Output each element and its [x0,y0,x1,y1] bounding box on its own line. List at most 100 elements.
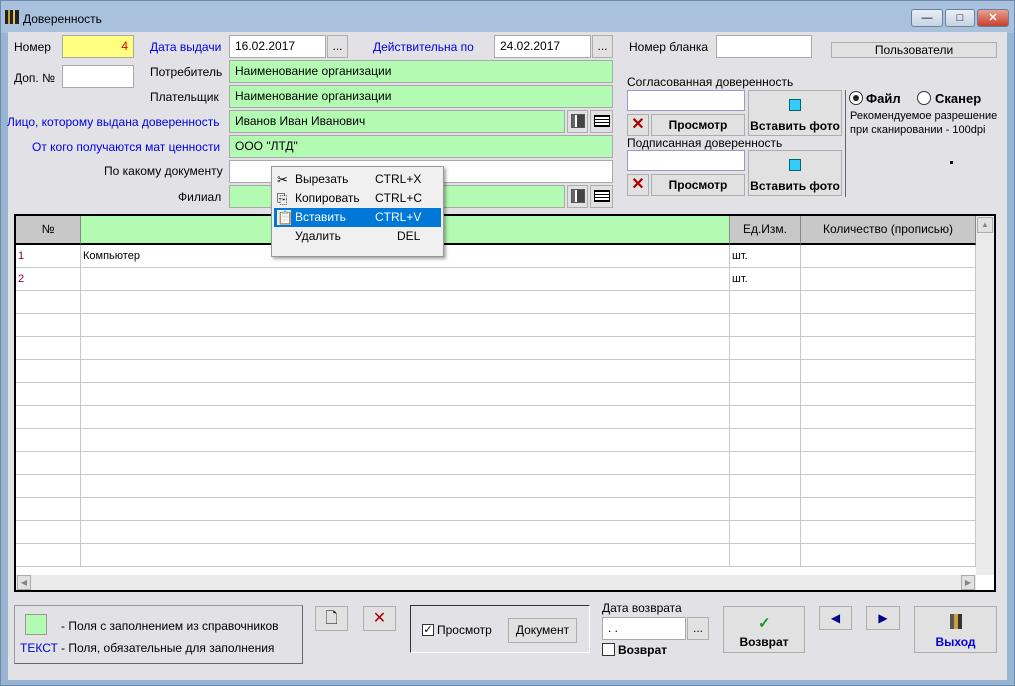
cell-unit[interactable] [730,337,801,359]
cell-name[interactable] [81,337,730,359]
column-header-quantity[interactable]: Количество (прописью) [801,216,976,245]
cell-name[interactable] [81,268,730,290]
vertical-scrollbar[interactable]: ▲ [976,216,994,575]
agreed-file-input[interactable] [627,90,745,111]
cell-name[interactable] [81,429,730,451]
table-row[interactable] [16,314,976,337]
cell-name[interactable] [81,406,730,428]
signed-file-input[interactable] [627,150,745,171]
cell-unit[interactable] [730,291,801,313]
document-button[interactable]: Документ [508,618,577,643]
cell-number[interactable] [16,544,81,566]
return-checkbox[interactable] [602,643,615,656]
menu-item-delete[interactable]: Удалить DEL [274,227,441,246]
from-input[interactable]: ООО "ЛТД" [229,135,613,158]
cell-number[interactable] [16,475,81,497]
items-table[interactable]: № Ед.Изм. Количество (прописью) 1 Компьют… [14,214,996,592]
cell-unit[interactable] [730,406,801,428]
valid-until-picker-button[interactable]: ... [592,35,613,58]
payer-input[interactable]: Наименование организации [229,85,613,108]
cell-name[interactable] [81,360,730,382]
table-row[interactable] [16,337,976,360]
consumer-input[interactable]: Наименование организации [229,60,613,83]
cell-unit[interactable] [730,452,801,474]
cell-name[interactable] [81,544,730,566]
column-header-unit[interactable]: Ед.Изм. [730,216,801,245]
previous-button[interactable]: ◀ [819,606,852,630]
cell-quantity[interactable] [801,429,976,451]
cell-quantity[interactable] [801,452,976,474]
cell-name[interactable] [81,498,730,520]
horizontal-scrollbar[interactable]: ◀ ▶ [16,575,976,590]
column-header-number[interactable]: № [16,216,81,245]
radio-file[interactable] [849,91,863,105]
next-button[interactable]: ▶ [866,606,900,630]
signed-delete-button[interactable]: ✕ [627,174,649,196]
cell-quantity[interactable] [801,406,976,428]
menu-item-copy[interactable]: ⎘ Копировать CTRL+C [274,189,441,208]
signed-insert-photo-button[interactable]: Вставить фото [748,150,842,196]
radio-scanner[interactable] [917,91,931,105]
signed-view-button[interactable]: Просмотр [651,174,745,196]
return-date-input[interactable]: . . [602,617,686,640]
table-row[interactable] [16,291,976,314]
scroll-up-button[interactable]: ▲ [977,217,993,233]
cell-quantity[interactable] [801,521,976,543]
close-button[interactable]: ✕ [977,9,1009,27]
table-row[interactable] [16,544,976,567]
table-row[interactable] [16,406,976,429]
return-date-picker-button[interactable]: ... [687,617,709,640]
cell-unit[interactable] [730,383,801,405]
dop-input[interactable] [62,65,134,88]
table-row[interactable] [16,429,976,452]
cell-name[interactable] [81,452,730,474]
blank-number-input[interactable] [716,35,812,58]
cell-number[interactable] [16,521,81,543]
table-row[interactable]: 1 Компьютер шт. [16,245,976,268]
cell-quantity[interactable] [801,475,976,497]
cell-number[interactable] [16,383,81,405]
users-button[interactable]: Пользователи [831,42,997,58]
agreed-view-button[interactable]: Просмотр [651,114,745,136]
cell-name[interactable] [81,314,730,336]
delete-row-button[interactable]: ✕ [363,606,396,631]
cell-unit[interactable]: шт. [730,245,801,267]
cell-quantity[interactable] [801,291,976,313]
cell-quantity[interactable] [801,544,976,566]
cell-number[interactable] [16,429,81,451]
cell-unit[interactable] [730,521,801,543]
branch-lookup-button[interactable] [567,185,588,208]
agreed-delete-button[interactable]: ✕ [627,114,649,136]
table-row[interactable] [16,475,976,498]
cell-quantity[interactable] [801,360,976,382]
cell-number[interactable] [16,337,81,359]
minimize-button[interactable]: — [911,9,943,27]
cell-name[interactable] [81,475,730,497]
cell-number[interactable] [16,452,81,474]
nomer-input[interactable]: 4 [62,35,134,58]
person-lookup-button[interactable] [567,110,588,133]
menu-item-paste[interactable]: 📋 Вставить CTRL+V [274,208,441,227]
new-row-button[interactable]: 🗋 [315,606,348,631]
cell-number[interactable] [16,291,81,313]
cell-number[interactable]: 2 [16,268,81,290]
cell-unit[interactable] [730,498,801,520]
date-issue-picker-button[interactable]: ... [327,35,348,58]
person-table-button[interactable] [590,110,613,133]
table-row[interactable] [16,452,976,475]
table-row[interactable] [16,383,976,406]
maximize-button[interactable]: □ [945,9,975,27]
cell-unit[interactable] [730,360,801,382]
cell-quantity[interactable] [801,245,976,267]
cell-quantity[interactable] [801,314,976,336]
return-button[interactable]: ✓ Возврат [723,606,805,653]
cell-number[interactable] [16,406,81,428]
cell-unit[interactable] [730,429,801,451]
cell-name[interactable] [81,383,730,405]
table-row[interactable] [16,360,976,383]
cell-number[interactable] [16,314,81,336]
table-row[interactable] [16,498,976,521]
person-input[interactable]: Иванов Иван Иванович [229,110,565,133]
cell-quantity[interactable] [801,268,976,290]
cell-number[interactable] [16,498,81,520]
